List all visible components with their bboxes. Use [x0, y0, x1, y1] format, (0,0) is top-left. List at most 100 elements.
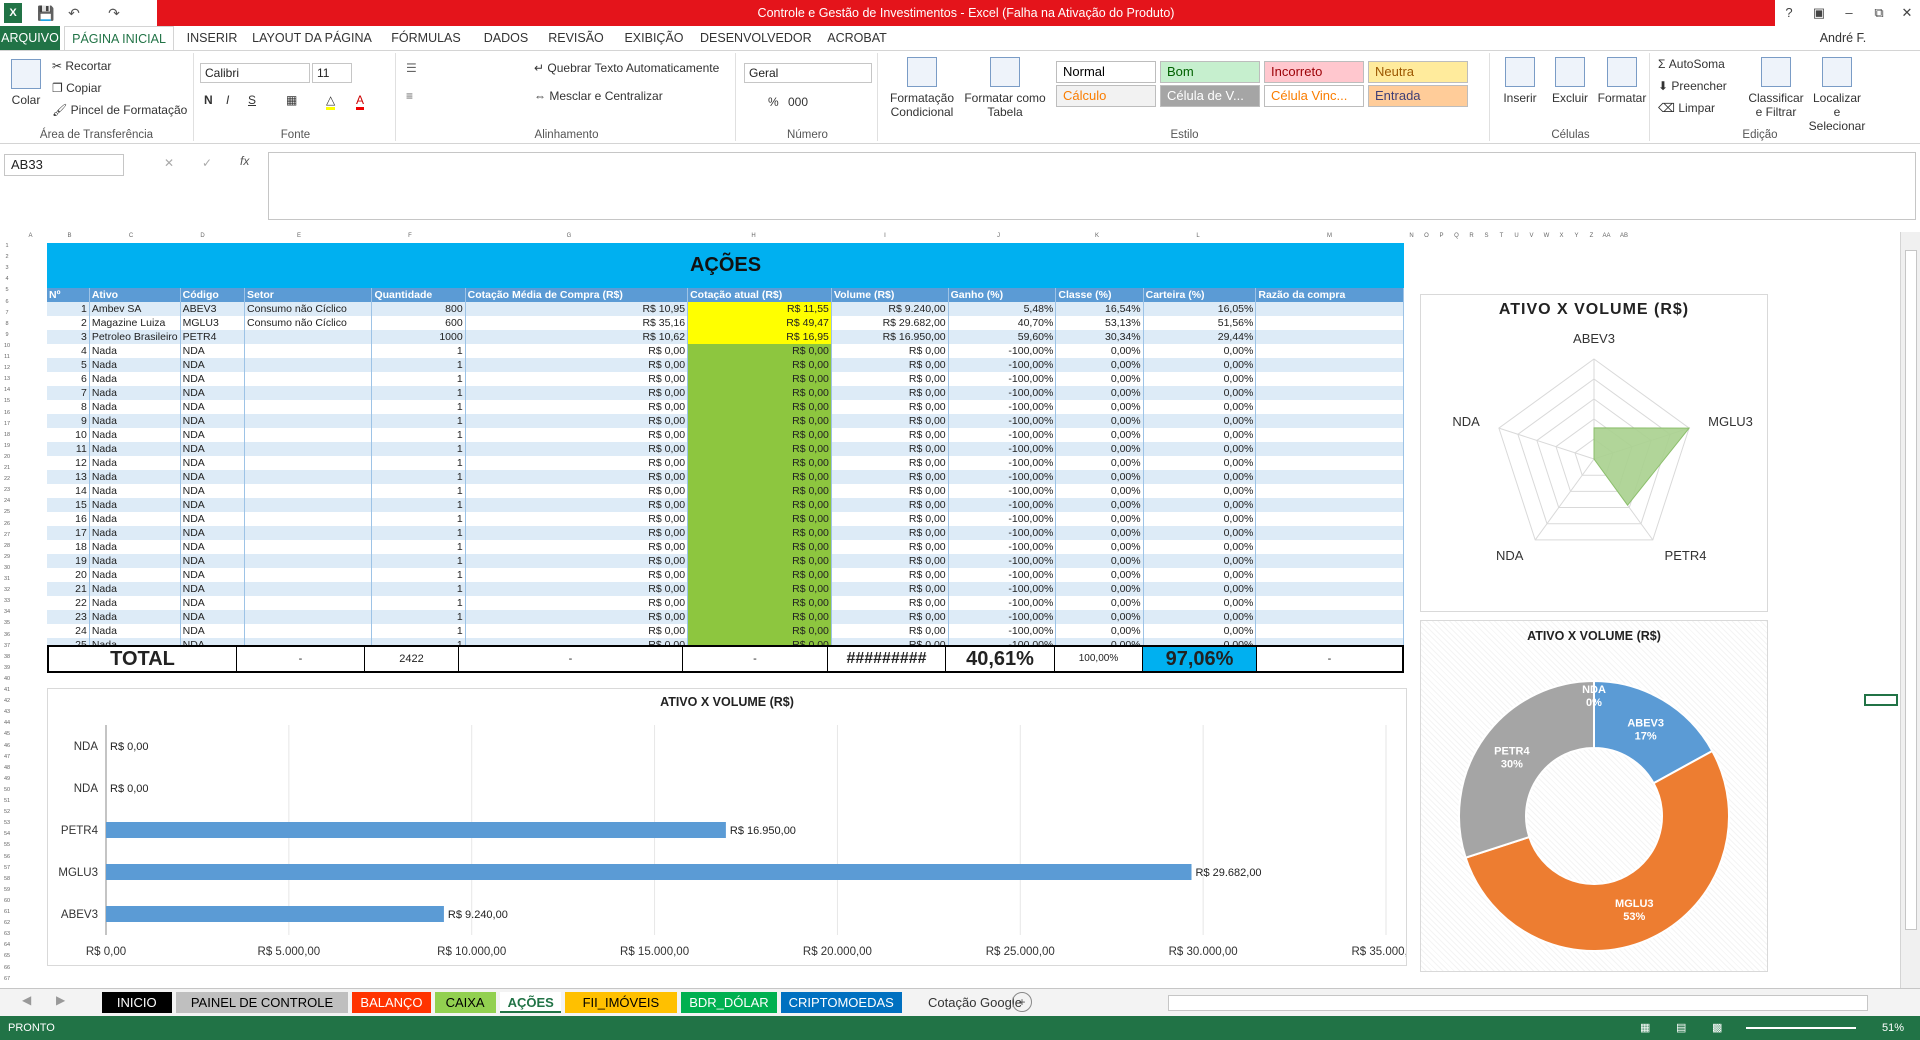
column-header-cell[interactable]: Classe (%) [1055, 288, 1144, 302]
table-cell[interactable]: 1 [47, 302, 90, 316]
table-cell[interactable]: R$ 0,00 [687, 526, 832, 540]
table-cell[interactable]: Nada [89, 512, 181, 526]
table-cell[interactable] [1255, 540, 1404, 554]
table-cell[interactable]: -100,00% [948, 596, 1057, 610]
table-cell[interactable]: R$ 0,00 [687, 442, 832, 456]
table-cell[interactable]: 16 [47, 512, 90, 526]
table-cell[interactable]: R$ 0,00 [687, 456, 832, 470]
table-cell[interactable]: NDA [180, 568, 246, 582]
save-icon[interactable]: 💾 [36, 3, 56, 23]
cell-style-6[interactable]: Célula Vinc... [1264, 85, 1364, 107]
row-header[interactable]: 32 [0, 585, 14, 596]
table-cell[interactable]: -100,00% [948, 344, 1057, 358]
row-header[interactable]: 15 [0, 396, 14, 407]
table-cell[interactable] [1255, 442, 1404, 456]
row-header[interactable]: 12 [0, 363, 14, 374]
table-cell[interactable]: -100,00% [948, 498, 1057, 512]
column-header-cell[interactable]: Razão da compra [1255, 288, 1404, 302]
table-cell[interactable] [1255, 610, 1404, 624]
table-cell[interactable]: Nada [89, 484, 181, 498]
table-cell[interactable]: NDA [180, 414, 246, 428]
table-cell[interactable]: 5,48% [948, 302, 1057, 316]
table-cell[interactable]: R$ 0,00 [687, 358, 832, 372]
table-cell[interactable]: R$ 0,00 [687, 554, 832, 568]
donut-slice[interactable] [1458, 679, 1595, 859]
table-cell[interactable]: 13 [47, 470, 90, 484]
row-header[interactable]: 16 [0, 408, 14, 419]
table-cell[interactable]: R$ 0,00 [465, 470, 689, 484]
table-cell[interactable]: 1 [371, 400, 466, 414]
table-cell[interactable]: 1000 [371, 330, 466, 344]
table-cell[interactable]: Nada [89, 610, 181, 624]
row-header[interactable]: 53 [0, 818, 14, 829]
table-cell[interactable]: R$ 0,00 [831, 582, 949, 596]
table-cell[interactable] [1255, 568, 1404, 582]
table-cell[interactable]: Nada [89, 344, 181, 358]
row-header[interactable]: 34 [0, 607, 14, 618]
table-cell[interactable]: R$ 0,00 [687, 498, 832, 512]
cell-style-5[interactable]: Célula de V... [1160, 85, 1260, 107]
cell-style-3[interactable]: Neutra [1368, 61, 1468, 83]
name-box[interactable]: AB33 [4, 154, 124, 176]
row-header[interactable]: 47 [0, 752, 14, 763]
table-cell[interactable] [244, 526, 373, 540]
table-cell[interactable]: 0,00% [1143, 470, 1257, 484]
table-cell[interactable]: -100,00% [948, 484, 1057, 498]
column-header[interactable]: U [1509, 232, 1524, 241]
row-header[interactable]: 1 [0, 241, 14, 252]
table-cell[interactable]: R$ 0,00 [831, 498, 949, 512]
table-cell[interactable]: R$ 0,00 [831, 596, 949, 610]
table-cell[interactable]: R$ 0,00 [687, 400, 832, 414]
row-header[interactable]: 13 [0, 374, 14, 385]
table-cell[interactable]: R$ 0,00 [465, 624, 689, 638]
table-cell[interactable]: R$ 0,00 [831, 456, 949, 470]
table-cell[interactable]: R$ 0,00 [831, 414, 949, 428]
tab-scroll-left-icon[interactable]: ◀ [22, 993, 31, 1007]
table-cell[interactable]: Nada [89, 540, 181, 554]
column-header[interactable]: E [235, 232, 363, 241]
table-cell[interactable]: R$ 0,00 [687, 596, 832, 610]
underline-button[interactable]: S [248, 93, 256, 107]
table-cell[interactable]: 0,00% [1055, 624, 1144, 638]
table-cell[interactable]: Petroleo Brasileiro [89, 330, 181, 344]
row-header[interactable]: 49 [0, 774, 14, 785]
table-cell[interactable]: 6 [47, 372, 90, 386]
table-cell[interactable]: 16,54% [1055, 302, 1144, 316]
table-cell[interactable] [1255, 498, 1404, 512]
row-header[interactable]: 2 [0, 252, 14, 263]
table-cell[interactable]: 1 [371, 456, 466, 470]
undo-icon[interactable]: ↶ [64, 3, 84, 23]
table-cell[interactable] [1255, 316, 1404, 330]
donut-chart[interactable]: ATIVO X VOLUME (R$) ABEV3 17% MGLU3 53% PETR… [1420, 620, 1768, 972]
column-header[interactable]: I [826, 232, 944, 241]
row-header[interactable]: 51 [0, 796, 14, 807]
ribbon-display-icon[interactable]: ▣ [1806, 3, 1832, 23]
table-cell[interactable]: R$ 0,00 [831, 526, 949, 540]
row-header[interactable]: 21 [0, 463, 14, 474]
table-cell[interactable]: 1 [371, 512, 466, 526]
column-header[interactable]: M [1255, 232, 1404, 241]
table-cell[interactable]: 40,70% [948, 316, 1057, 330]
zoom-level[interactable]: 51% [1882, 1016, 1904, 1040]
row-header[interactable]: 62 [0, 918, 14, 929]
table-cell[interactable]: 21 [47, 582, 90, 596]
percent-button[interactable]: % [768, 95, 779, 109]
worksheet-grid[interactable]: A B C D E F G H I J K L M N O P Q R S T U V W X Y Z AA AB 123456789… [0, 232, 1920, 988]
table-cell[interactable]: Nada [89, 372, 181, 386]
table-cell[interactable] [244, 344, 373, 358]
table-cell[interactable] [1255, 554, 1404, 568]
row-header[interactable]: 11 [0, 352, 14, 363]
table-cell[interactable]: -100,00% [948, 414, 1057, 428]
sheet-tab[interactable]: BALANÇO [352, 992, 431, 1013]
table-cell[interactable]: Nada [89, 400, 181, 414]
row-header[interactable]: 42 [0, 696, 14, 707]
column-header-cell[interactable]: Nº [47, 288, 90, 302]
table-cell[interactable]: 5 [47, 358, 90, 372]
column-header-cell[interactable]: Quantidade [371, 288, 466, 302]
table-cell[interactable]: 0,00% [1055, 358, 1144, 372]
sheet-tab[interactable]: CAIXA [434, 992, 496, 1013]
table-cell[interactable]: R$ 0,00 [831, 554, 949, 568]
row-header[interactable]: 67 [0, 974, 14, 985]
table-cell[interactable]: R$ 0,00 [687, 568, 832, 582]
table-cell[interactable]: R$ 0,00 [687, 470, 832, 484]
